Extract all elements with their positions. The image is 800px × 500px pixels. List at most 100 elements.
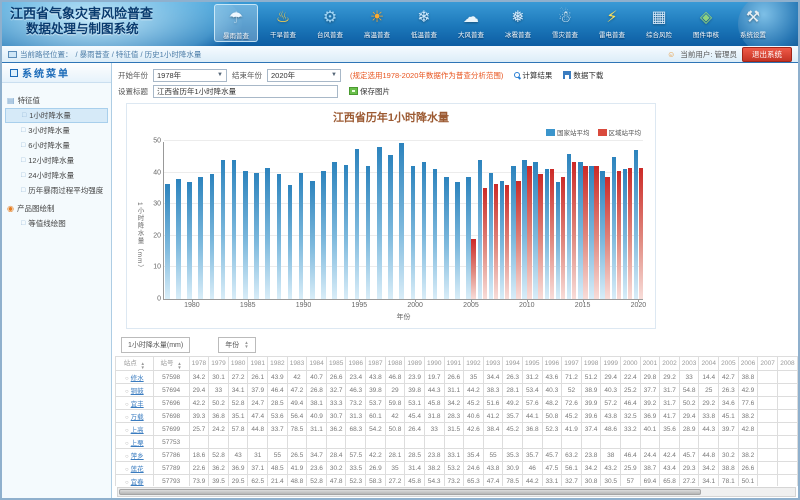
value-cell bbox=[268, 436, 288, 449]
year-col-1999[interactable]: 1999 bbox=[601, 357, 621, 371]
year-col-1989[interactable]: 1989 bbox=[405, 357, 425, 371]
toolbar-item-9[interactable]: ⚡雷电普查 bbox=[590, 4, 634, 42]
scrollbar-thumb[interactable] bbox=[119, 489, 701, 495]
toolbar-item-7[interactable]: ❅冰雹普查 bbox=[496, 4, 540, 42]
sidebar-tree: ▤特征值 □1小时降水量□3小时降水量□6小时降水量□12小时降水量□24小时降水… bbox=[2, 83, 111, 238]
year-col-2003[interactable]: 2003 bbox=[679, 357, 699, 371]
station-name-cell: ○上高 bbox=[116, 423, 154, 436]
breadcrumb[interactable]: / 暴雨普查 / 特征值 / 历史1小时降水量 bbox=[76, 49, 202, 60]
value-cell: 36.2 bbox=[209, 462, 229, 475]
year-col-1987[interactable]: 1987 bbox=[366, 357, 386, 371]
year-col-1997[interactable]: 1997 bbox=[562, 357, 582, 371]
year-col-2006[interactable]: 2006 bbox=[738, 357, 758, 371]
toolbar-item-5[interactable]: ❄低温普查 bbox=[402, 4, 446, 42]
year-col-1985[interactable]: 1985 bbox=[326, 357, 346, 371]
chart-legend: 国家站平均区域站平均 bbox=[546, 127, 641, 137]
chevron-down-icon: ▼ bbox=[331, 72, 337, 78]
col-station-header[interactable]: 站点 ▲▼ bbox=[116, 357, 154, 371]
station-link[interactable]: 萍乡 bbox=[131, 453, 144, 460]
radio-icon[interactable]: ○ bbox=[125, 467, 129, 473]
radio-icon[interactable]: ○ bbox=[125, 402, 129, 408]
radio-icon[interactable]: ○ bbox=[125, 428, 129, 434]
value-cell: 37.7 bbox=[640, 384, 660, 397]
year-col-1988[interactable]: 1988 bbox=[385, 357, 405, 371]
sidebar-item-24小时降水量[interactable]: □24小时降水量 bbox=[5, 168, 108, 183]
sidebar-group-1[interactable]: ▤特征值 bbox=[7, 95, 108, 106]
year-col-1993[interactable]: 1993 bbox=[483, 357, 503, 371]
station-link[interactable]: 莲花 bbox=[131, 466, 144, 473]
year-col-2008[interactable]: 2008 bbox=[777, 357, 797, 371]
year-col-1991[interactable]: 1991 bbox=[444, 357, 464, 371]
year-col-1994[interactable]: 1994 bbox=[503, 357, 523, 371]
year-col-1998[interactable]: 1998 bbox=[581, 357, 601, 371]
end-year-select[interactable]: 2020年▼ bbox=[267, 69, 341, 82]
sidebar-group-2[interactable]: ◉产品图绘制 bbox=[7, 203, 108, 214]
year-col-1995[interactable]: 1995 bbox=[522, 357, 542, 371]
station-link[interactable]: 宜丰 bbox=[131, 401, 144, 408]
station-link[interactable]: 上栗 bbox=[131, 440, 144, 447]
save-image-button[interactable]: 保存图片 bbox=[349, 86, 390, 97]
chart-title-input[interactable]: 江西省历年1小时降水量 bbox=[153, 85, 338, 98]
station-link[interactable]: 铜鼓 bbox=[131, 388, 144, 395]
toolbar-item-6[interactable]: ☁大风普查 bbox=[449, 4, 493, 42]
toolbar-item-10[interactable]: ▦综合风险 bbox=[637, 4, 681, 42]
value-cell bbox=[719, 436, 739, 449]
toolbar-item-3[interactable]: ⚙台风普查 bbox=[308, 4, 352, 42]
value-cell: 47.4 bbox=[483, 475, 503, 487]
value-cell: 50.8 bbox=[385, 423, 405, 436]
year-col-2007[interactable]: 2007 bbox=[758, 357, 778, 371]
sidebar-item-历年暴雨过程平均强度[interactable]: □历年暴雨过程平均强度 bbox=[5, 183, 108, 198]
year-sort-box[interactable]: 年份 ▲▼ bbox=[218, 337, 255, 353]
year-col-2005[interactable]: 2005 bbox=[719, 357, 739, 371]
year-col-1980[interactable]: 1980 bbox=[228, 357, 248, 371]
year-col-1996[interactable]: 1996 bbox=[542, 357, 562, 371]
download-button[interactable]: 数据下载 bbox=[563, 70, 603, 81]
station-link[interactable]: 修水 bbox=[131, 375, 144, 382]
station-link[interactable]: 万载 bbox=[131, 414, 144, 421]
col-id-header[interactable]: 站号 ▲▼ bbox=[153, 357, 189, 371]
measure-box[interactable]: 1小时降水量(mm) bbox=[121, 337, 190, 353]
horizontal-scrollbar[interactable] bbox=[117, 487, 796, 497]
logout-button[interactable]: 退出系统 bbox=[742, 47, 792, 62]
toolbar-item-8[interactable]: ☃雪灾普查 bbox=[543, 4, 587, 42]
station-link[interactable]: 上高 bbox=[131, 427, 144, 434]
year-col-1983[interactable]: 1983 bbox=[287, 357, 307, 371]
year-col-1990[interactable]: 1990 bbox=[424, 357, 444, 371]
start-year-select[interactable]: 1978年▼ bbox=[153, 69, 227, 82]
sidebar-item-6小时降水量[interactable]: □6小时降水量 bbox=[5, 138, 108, 153]
station-link[interactable]: 宜春 bbox=[131, 479, 144, 486]
year-col-1984[interactable]: 1984 bbox=[307, 357, 327, 371]
toolbar-item-label: 低温普查 bbox=[411, 29, 437, 39]
value-cell: 44.8 bbox=[248, 423, 268, 436]
year-col-1986[interactable]: 1986 bbox=[346, 357, 366, 371]
value-cell: 57.6 bbox=[522, 397, 542, 410]
year-col-2002[interactable]: 2002 bbox=[660, 357, 680, 371]
year-col-2001[interactable]: 2001 bbox=[640, 357, 660, 371]
year-col-2004[interactable]: 2004 bbox=[699, 357, 719, 371]
year-col-1981[interactable]: 1981 bbox=[248, 357, 268, 371]
radio-icon[interactable]: ○ bbox=[125, 454, 129, 460]
radio-icon[interactable]: ○ bbox=[125, 441, 129, 447]
toolbar-item-4[interactable]: ☀高温普查 bbox=[355, 4, 399, 42]
radio-icon[interactable]: ○ bbox=[125, 415, 129, 421]
sidebar-item-等值线绘图[interactable]: □等值线绘图 bbox=[5, 216, 108, 231]
value-cell bbox=[601, 436, 621, 449]
year-col-1978[interactable]: 1978 bbox=[189, 357, 209, 371]
toolbar-item-1[interactable]: ☂暴雨普查 bbox=[214, 4, 258, 42]
sidebar-item-1小时降水量[interactable]: □1小时降水量 bbox=[5, 108, 108, 123]
toolbar-item-2[interactable]: ♨干旱普查 bbox=[261, 4, 305, 42]
radio-icon[interactable]: ○ bbox=[125, 389, 129, 395]
sidebar-item-3小时降水量[interactable]: □3小时降水量 bbox=[5, 123, 108, 138]
year-col-1992[interactable]: 1992 bbox=[464, 357, 484, 371]
year-col-1979[interactable]: 1979 bbox=[209, 357, 229, 371]
radio-icon[interactable]: ○ bbox=[125, 480, 129, 486]
radio-icon[interactable]: ○ bbox=[125, 376, 129, 382]
calculate-button[interactable]: 计算结果 bbox=[514, 70, 552, 81]
year-col-1982[interactable]: 1982 bbox=[268, 357, 288, 371]
sort-icons[interactable]: ▲▼ bbox=[244, 341, 248, 349]
toolbar-item-11[interactable]: ◈图件审核 bbox=[684, 4, 728, 42]
value-cell: 38.1 bbox=[307, 397, 327, 410]
sidebar-item-12小时降水量[interactable]: □12小时降水量 bbox=[5, 153, 108, 168]
year-col-2000[interactable]: 2000 bbox=[621, 357, 641, 371]
toolbar-item-12[interactable]: ⚒系统设置 bbox=[731, 4, 775, 42]
